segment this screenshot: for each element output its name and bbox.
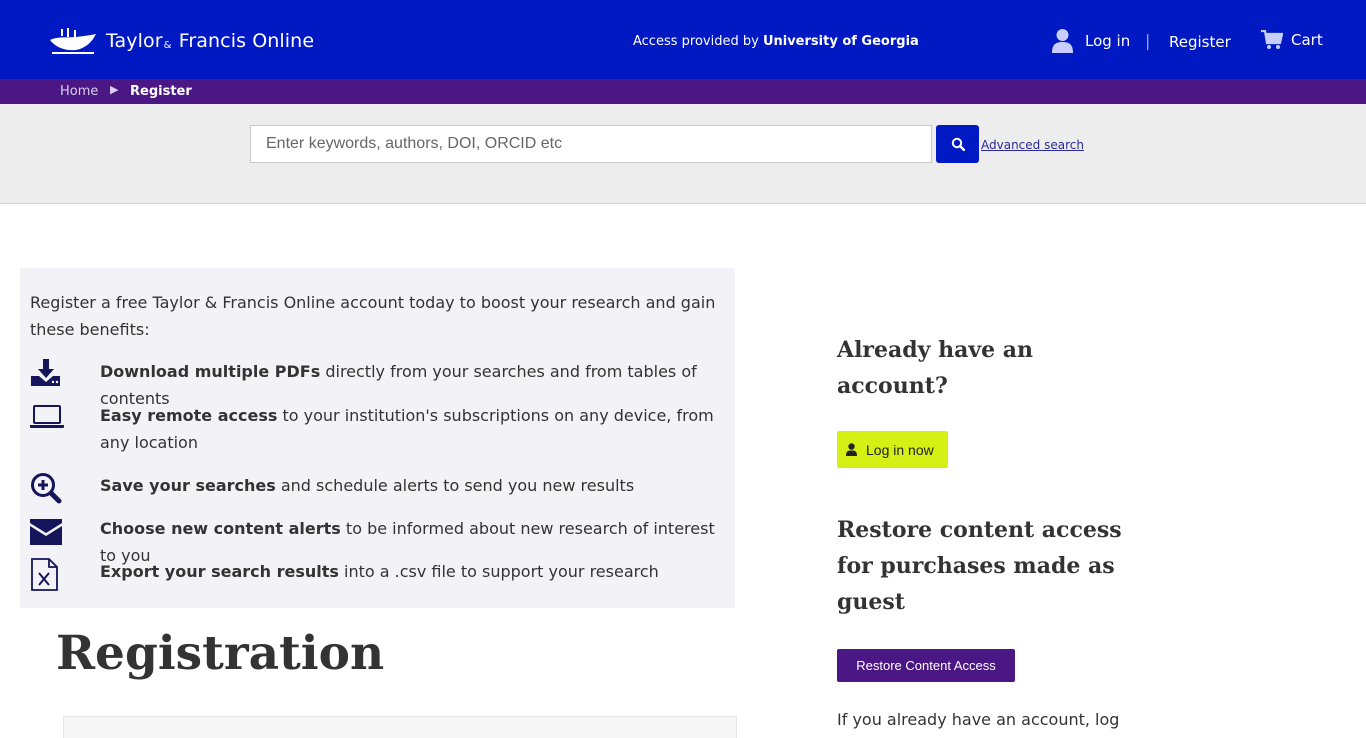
envelope-icon	[30, 519, 62, 545]
restore-access-heading: Restore content access for purchases mad…	[837, 517, 1122, 615]
search-bar: Advanced search	[0, 104, 1366, 204]
search-icon	[951, 137, 965, 151]
breadcrumb-current: Register	[130, 84, 192, 99]
breadcrumb-home[interactable]: Home	[60, 84, 98, 99]
access-institution: University of Georgia	[762, 34, 919, 49]
site-header: Taylor& Francis Online Access provided b…	[0, 0, 1366, 79]
search-button[interactable]	[936, 125, 979, 163]
cart-label: Cart	[1291, 31, 1323, 49]
header-separator: |	[1145, 31, 1151, 50]
logo-text: Taylor& Francis Online	[106, 30, 315, 52]
restore-access-text: If you already have an account, log	[837, 710, 1120, 729]
laptop-icon	[30, 405, 64, 428]
download-icon	[31, 359, 60, 386]
ship-logo-icon	[50, 28, 96, 54]
user-icon	[1052, 29, 1073, 53]
access-prefix: Access provided by	[633, 34, 759, 49]
benefit-text: Save your searches and schedule alerts t…	[100, 476, 635, 495]
header-cart-link[interactable]: Cart	[1261, 30, 1323, 50]
excel-file-icon	[31, 558, 58, 591]
login-now-label: Log in now	[866, 441, 934, 458]
benefit-text: Easy remote access to your institution's…	[100, 406, 714, 452]
search-input[interactable]	[250, 125, 932, 163]
benefits-intro: Register a free Taylor & Francis Online …	[30, 293, 716, 339]
login-label: Log in	[1085, 31, 1131, 50]
search-plus-icon	[31, 473, 62, 504]
login-now-button[interactable]: Log in now	[837, 431, 948, 468]
access-provided: Access provided by University of Georgia	[633, 34, 919, 49]
registration-form	[63, 716, 737, 738]
breadcrumb: Home ▶ Register	[0, 79, 1366, 104]
site-logo[interactable]: Taylor& Francis Online	[48, 24, 314, 58]
user-icon	[846, 443, 857, 456]
advanced-search-link[interactable]: Advanced search	[981, 138, 1084, 152]
already-have-account-heading: Already have an account?	[837, 337, 1034, 399]
benefits-panel: Register a free Taylor & Francis Online …	[20, 268, 735, 608]
registration-title: Registration	[56, 626, 385, 681]
restore-content-access-button[interactable]: Restore Content Access	[837, 649, 1015, 682]
breadcrumb-arrow-icon: ▶	[110, 83, 119, 96]
header-register-link[interactable]: Register	[1169, 33, 1231, 51]
cart-icon	[1261, 30, 1283, 49]
header-login-link[interactable]: Log in	[1052, 28, 1130, 53]
benefit-text: Export your search results into a .csv f…	[100, 562, 659, 581]
